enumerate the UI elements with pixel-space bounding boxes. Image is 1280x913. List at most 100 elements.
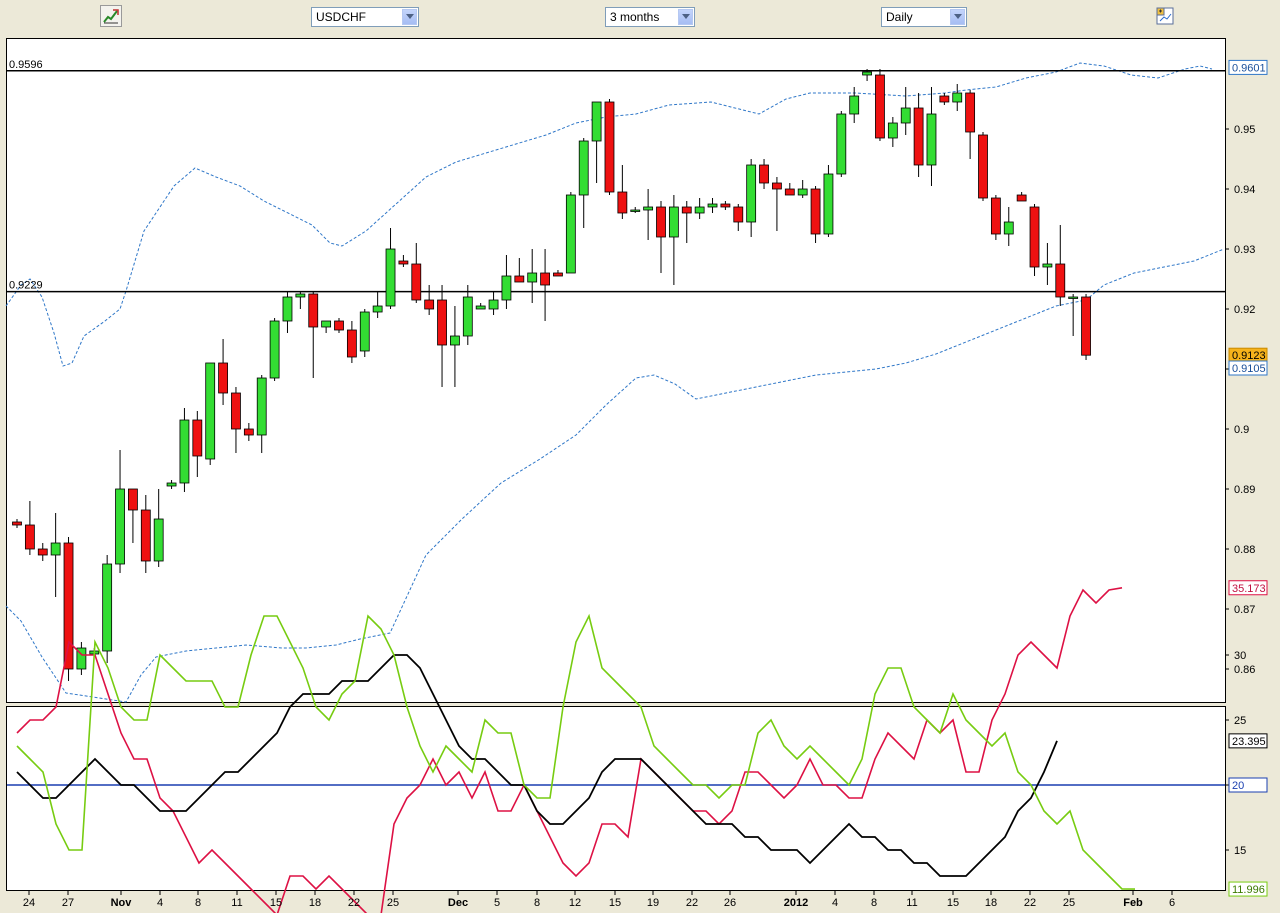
symbol-value: USDCHF <box>316 10 366 24</box>
candle <box>836 111 847 177</box>
date-tick-label: 26 <box>724 897 736 909</box>
candle-body <box>913 107 924 166</box>
candle-body <box>527 272 538 283</box>
price-tick-label: 0.9 <box>1234 424 1249 436</box>
candle-body <box>308 293 319 328</box>
date-tick-label: 18 <box>985 897 997 909</box>
chart-options-icon[interactable] <box>1154 5 1176 27</box>
candle <box>102 555 113 663</box>
interval-select[interactable]: Daily <box>881 7 967 27</box>
date-tick-label: 15 <box>609 897 621 909</box>
candle-body <box>128 488 138 511</box>
candle-body <box>591 101 602 142</box>
toolbar: USDCHF 3 months Daily <box>0 0 1280 36</box>
chevron-down-icon[interactable] <box>678 9 693 25</box>
price-plot-frame <box>6 38 1226 703</box>
chevron-down-icon[interactable] <box>402 9 417 25</box>
candle <box>978 132 988 201</box>
candle-body <box>862 71 872 76</box>
indicator-tick-label: 15 <box>1234 845 1246 857</box>
candle-body <box>1068 296 1079 299</box>
candle-body <box>1016 194 1027 202</box>
plus-di-value-text: 11.996 <box>1232 884 1265 896</box>
date-tick-label: 6 <box>1169 897 1175 909</box>
symbol-select[interactable]: USDCHF <box>311 7 419 27</box>
candle <box>205 362 216 465</box>
candle-body <box>256 377 267 436</box>
candle-body <box>50 542 61 556</box>
minus-di-value: 35.173 <box>1228 580 1268 596</box>
candle-body <box>179 419 190 484</box>
candle-body <box>733 206 744 223</box>
date-tick-label: 18 <box>309 897 321 909</box>
chevron-down-icon[interactable] <box>950 9 965 25</box>
candle-body <box>192 419 203 457</box>
candle-body <box>424 299 435 310</box>
price-tick-label: 0.93 <box>1234 244 1255 256</box>
candle-body <box>565 194 576 274</box>
price-tick-label: 0.88 <box>1234 544 1255 556</box>
date-tick-label: 27 <box>62 897 74 909</box>
date-tick-label: 15 <box>270 897 282 909</box>
candle <box>875 69 885 141</box>
candle-body <box>450 335 460 346</box>
date-tick-label: 22 <box>348 897 360 909</box>
candle-body <box>926 113 937 166</box>
candle-body <box>887 122 898 139</box>
candle-body <box>282 296 293 322</box>
lower-band-value-text: 0.9105 <box>1232 363 1266 375</box>
candle-body <box>462 296 473 337</box>
candle-body <box>1042 263 1053 268</box>
adx-value-text: 23.395 <box>1232 736 1266 748</box>
candle-body <box>398 260 409 265</box>
candle-body <box>668 206 679 238</box>
chart-area: 0.95960.9229 0.950.940.930.920.910.90.89… <box>5 38 1268 913</box>
date-tick-label: 25 <box>387 897 399 909</box>
draw-tools-icon[interactable] <box>100 5 122 27</box>
date-tick-label: 11 <box>231 897 242 909</box>
candle-body <box>965 92 976 133</box>
candle-body <box>115 488 125 565</box>
candle <box>823 165 834 237</box>
candle-body <box>553 272 563 277</box>
interval-value: Daily <box>886 10 913 24</box>
candle-body <box>63 542 74 670</box>
minus-di-value-text: 35.173 <box>1232 583 1266 595</box>
date-tick-label: 22 <box>686 897 698 909</box>
candle <box>604 99 615 195</box>
date-tick-label: Nov <box>111 897 133 909</box>
date-tick-label: 19 <box>647 897 659 909</box>
price-tick-label: 0.95 <box>1234 124 1255 136</box>
date-tick-label: 4 <box>157 897 163 909</box>
indicator-axis: 30 25 20 15 <box>1225 650 1246 857</box>
candle <box>1081 294 1091 360</box>
candle-body <box>24 524 35 550</box>
date-tick-label: 8 <box>871 897 877 909</box>
date-tick-label: 8 <box>195 897 201 909</box>
candle <box>565 192 576 274</box>
candle-body <box>952 92 963 103</box>
candle-body <box>784 188 795 196</box>
date-tick-label: 11 <box>906 897 917 909</box>
candle-body <box>978 134 988 199</box>
candle-body <box>694 206 705 214</box>
candle-body <box>231 392 241 430</box>
candle-body <box>321 320 332 328</box>
candle-body <box>1055 263 1066 298</box>
candle <box>179 408 190 492</box>
candle-body <box>656 206 666 238</box>
candle <box>269 318 280 381</box>
candle-body <box>875 74 885 139</box>
candle-body <box>488 299 499 310</box>
candle-body <box>810 188 821 235</box>
period-select[interactable]: 3 months <box>605 7 695 27</box>
candle-body <box>411 263 422 301</box>
upper-band-value: 0.9601 <box>1228 59 1268 75</box>
adx-value: 23.395 <box>1228 733 1268 749</box>
candle-body <box>385 248 396 307</box>
last-price-value-text: 0.9123 <box>1232 350 1266 362</box>
candle-body <box>836 113 847 175</box>
candle-body <box>939 95 950 103</box>
candle-body <box>823 173 834 235</box>
candle-body <box>166 482 177 487</box>
